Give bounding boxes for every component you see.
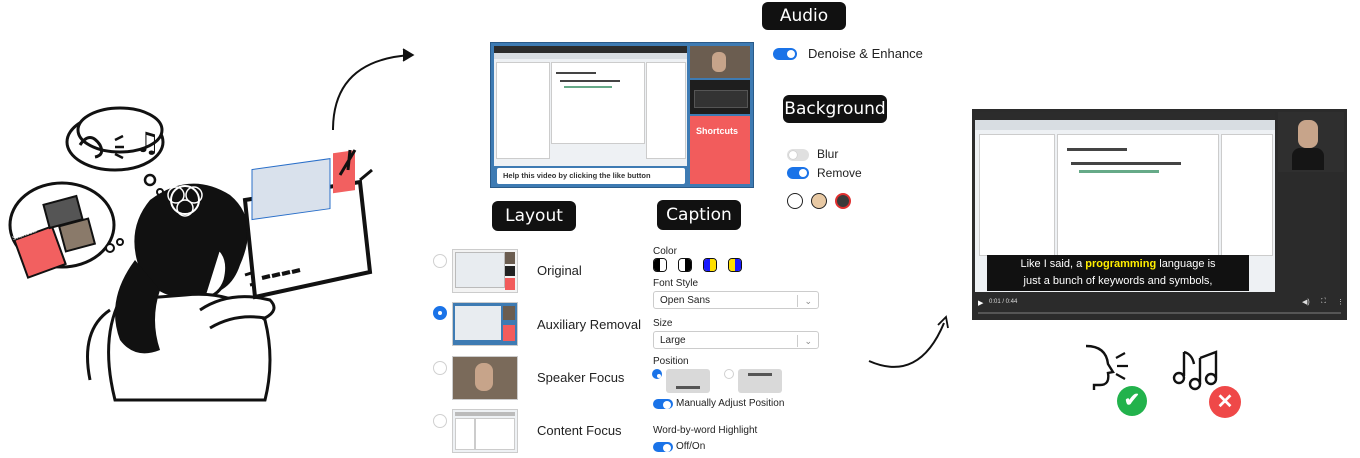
- more-icon[interactable]: ⋮: [1337, 298, 1344, 306]
- font-style-label: Font Style: [653, 278, 699, 289]
- layout-radio-auxiliary[interactable]: [433, 306, 447, 320]
- background-title: Background: [783, 95, 887, 123]
- denoise-toggle[interactable]: [773, 48, 797, 60]
- caption-color-2[interactable]: [678, 258, 692, 272]
- word-highlight-toggle-label: Off/On: [676, 441, 706, 452]
- bg-swatch-dark[interactable]: [835, 193, 851, 209]
- output-video: Like I said, a programming language is j…: [972, 109, 1347, 320]
- bg-swatch-beige[interactable]: [811, 193, 827, 209]
- caption-line2: just a bunch of keywords and symbols,: [1023, 275, 1213, 287]
- output-speaker: [1278, 112, 1344, 172]
- play-icon[interactable]: ▶: [978, 299, 983, 307]
- layout-label-auxiliary: Auxiliary Removal: [537, 317, 642, 332]
- speaking-head-icon: [1085, 344, 1128, 390]
- layout-radio-speaker[interactable]: [433, 361, 447, 375]
- ide-screenshot: [494, 46, 687, 166]
- keyboard-cam: [690, 80, 750, 114]
- blur-toggle[interactable]: [787, 149, 809, 161]
- check-icon: ✔: [1117, 386, 1147, 416]
- fullscreen-icon[interactable]: ⛶: [1321, 298, 1326, 306]
- caption-color-3[interactable]: [703, 258, 717, 272]
- size-value: Large: [660, 335, 686, 346]
- font-style-value: Open Sans: [660, 295, 711, 306]
- banner-text: Help this video by clicking the like but…: [503, 171, 651, 180]
- person-illustration: ♫: [8, 106, 373, 402]
- caption-color-4[interactable]: [728, 258, 742, 272]
- caption-color-label: Color: [653, 246, 677, 257]
- size-label: Size: [653, 318, 673, 329]
- output-caption-box: Like I said, a programming language is j…: [987, 255, 1249, 291]
- chevron-down-icon: ⌄: [804, 296, 812, 306]
- like-banner: Help this video by clicking the like but…: [497, 168, 685, 184]
- shortcuts-label: Shortcuts: [696, 126, 739, 136]
- layout-label-original: Original: [537, 263, 582, 278]
- progress-bar[interactable]: [978, 312, 1341, 314]
- svg-text:♫: ♫: [135, 126, 160, 159]
- layout-radio-original[interactable]: [433, 254, 447, 268]
- caption-line1-post: language is: [1159, 258, 1216, 270]
- position-radio-bottom[interactable]: [652, 369, 662, 379]
- music-notes-icon: [1172, 350, 1218, 391]
- layout-label-speaker: Speaker Focus: [537, 370, 625, 385]
- volume-icon[interactable]: ◀): [1302, 298, 1310, 306]
- position-radio-top[interactable]: [724, 369, 734, 379]
- layout-label-content: Content Focus: [537, 423, 622, 438]
- caption-line1-pre: Like I said, a: [1020, 258, 1083, 270]
- layout-thumb-content[interactable]: [452, 409, 518, 453]
- remove-toggle[interactable]: [787, 167, 809, 179]
- layout-thumb-auxiliary[interactable]: [452, 302, 518, 346]
- size-select[interactable]: Large ⌄: [653, 331, 819, 349]
- arrow-to-output-icon: [868, 315, 949, 368]
- caption-color-1[interactable]: [653, 258, 667, 272]
- layout-thumb-original[interactable]: [452, 249, 518, 293]
- video-preview: Shortcuts Help this video by clicking th…: [490, 42, 754, 188]
- remove-label: Remove: [817, 166, 862, 180]
- arrow-to-settings-icon: [332, 48, 415, 131]
- shortcuts-panel: Shortcuts: [690, 116, 750, 184]
- layout-title: Layout: [492, 201, 576, 231]
- word-highlight-label: Word-by-word Highlight: [653, 425, 758, 436]
- audio-title: Audio: [762, 2, 846, 30]
- blur-label: Blur: [817, 147, 839, 161]
- chevron-down-icon: ⌄: [804, 336, 812, 346]
- layout-radio-content[interactable]: [433, 414, 447, 428]
- denoise-label: Denoise & Enhance: [808, 46, 923, 61]
- bg-swatch-white[interactable]: [787, 193, 803, 209]
- speaker-cam: [690, 46, 750, 78]
- x-icon: ✕: [1209, 386, 1241, 418]
- position-top-option[interactable]: [738, 369, 782, 393]
- font-style-select[interactable]: Open Sans ⌄: [653, 291, 819, 309]
- manual-adjust-toggle[interactable]: [653, 399, 673, 409]
- layout-thumb-speaker[interactable]: [452, 356, 518, 400]
- word-highlight-toggle[interactable]: [653, 442, 673, 452]
- manual-adjust-label: Manually Adjust Position: [676, 398, 785, 409]
- position-bottom-option[interactable]: [666, 369, 710, 393]
- caption-title: Caption: [657, 200, 741, 230]
- time-display: 0:01 / 0:44: [989, 299, 1018, 305]
- position-label: Position: [653, 356, 689, 367]
- caption-highlight-word: programming: [1085, 258, 1157, 270]
